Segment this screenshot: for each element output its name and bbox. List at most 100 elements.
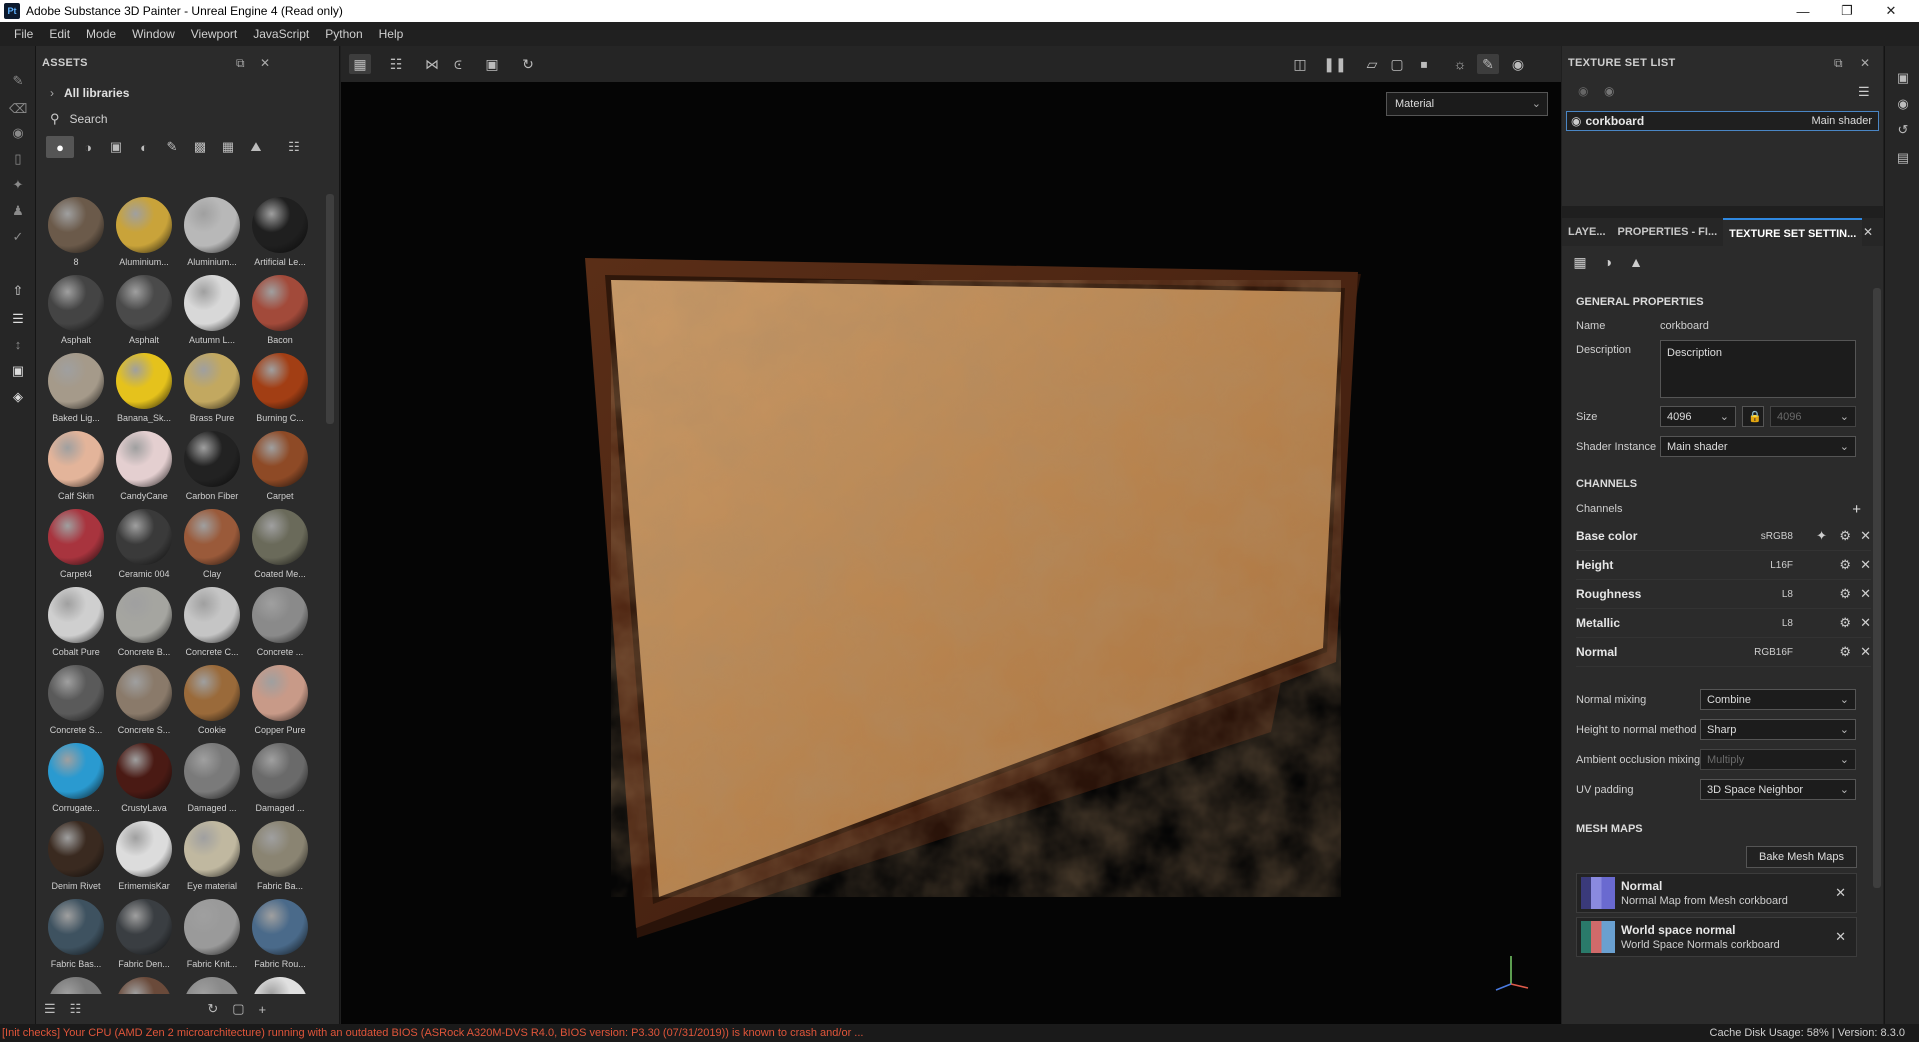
reset-view-icon[interactable]: ↻ xyxy=(517,54,539,74)
mirror-x-icon[interactable]: ⋈ xyxy=(421,54,443,74)
mesh-map-item[interactable]: World space normal World Space Normals co… xyxy=(1576,917,1857,957)
asset-item[interactable]: Concrete S... xyxy=(110,662,178,740)
channel-row[interactable]: Normal RGB16F ⚙ ✕ xyxy=(1576,638,1871,667)
uv-icon[interactable]: ▲ xyxy=(1624,251,1648,273)
close-panel-icon[interactable]: ✕ xyxy=(1860,56,1870,70)
asset-item[interactable]: CandyCane xyxy=(110,428,178,506)
add-icon[interactable]: + xyxy=(259,1002,267,1017)
asset-item[interactable]: Aluminium... xyxy=(178,194,246,272)
polygon-fill-icon[interactable]: ▯ xyxy=(9,150,27,168)
eye-icon[interactable]: ◉ xyxy=(1604,84,1614,98)
asset-item[interactable]: Banana_Sk... xyxy=(110,350,178,428)
hide-icon[interactable]: ◫ xyxy=(1289,54,1311,74)
asset-item[interactable]: Copper Pure xyxy=(246,662,314,740)
asset-item[interactable]: Calf Skin xyxy=(42,428,110,506)
close-icon[interactable]: ✕ xyxy=(1835,929,1846,945)
gear-icon[interactable]: ⚙ xyxy=(1839,557,1851,573)
close-panel-icon[interactable]: ✕ xyxy=(260,56,270,70)
menu-help[interactable]: Help xyxy=(371,27,412,41)
asset-item[interactable]: Bacon xyxy=(246,272,314,350)
menu-edit[interactable]: Edit xyxy=(41,27,78,41)
environments-filter-icon[interactable]: ⛰ xyxy=(242,136,270,158)
height-to-normal-dropdown[interactable]: Sharp ⌄ xyxy=(1700,719,1856,740)
display-icon[interactable]: ◉ xyxy=(1894,96,1912,114)
lock-icon[interactable]: 🔒 xyxy=(1742,406,1764,427)
close-icon[interactable]: ✕ xyxy=(1869,0,1913,22)
eraser-icon[interactable]: ⌫ xyxy=(9,100,27,118)
symmetry-grid-icon[interactable]: ▦ xyxy=(349,54,371,74)
shader-instance-dropdown[interactable]: Main shader ⌄ xyxy=(1660,436,1856,457)
asset-item[interactable]: Carpet4 xyxy=(42,506,110,584)
asset-item[interactable] xyxy=(42,974,110,994)
asset-item[interactable]: Clay xyxy=(178,506,246,584)
list-options-icon[interactable]: ☷ xyxy=(70,1001,82,1017)
paint-brush-icon[interactable]: ✎ xyxy=(9,72,27,90)
menu-python[interactable]: Python xyxy=(317,27,370,41)
folder-icon[interactable]: ▢ xyxy=(232,1001,244,1017)
gear-icon[interactable]: ⚙ xyxy=(1839,644,1851,660)
menu-window[interactable]: Window xyxy=(124,27,183,41)
restore-icon[interactable]: ❐ xyxy=(1825,0,1869,22)
shader-settings-icon[interactable]: ◈ xyxy=(9,388,27,406)
asset-item[interactable]: Brass Pure xyxy=(178,350,246,428)
tab-properties[interactable]: PROPERTIES - FI... xyxy=(1612,218,1724,246)
materials-filter-icon[interactable]: ● xyxy=(46,136,74,158)
asset-item[interactable]: ErimemisKar xyxy=(110,818,178,896)
asset-item[interactable]: Concrete C... xyxy=(178,584,246,662)
export-icon[interactable]: ⇧ xyxy=(9,282,27,300)
tab-texture-set-settings[interactable]: TEXTURE SET SETTIN... xyxy=(1723,218,1863,246)
status-message[interactable]: [Init checks] Your CPU (AMD Zen 2 microa… xyxy=(2,1027,863,1039)
asset-item[interactable]: Fabric Ba... xyxy=(246,818,314,896)
clone-icon[interactable]: ♟ xyxy=(9,202,27,220)
generators-filter-icon[interactable]: ◐ xyxy=(130,136,158,158)
asset-item[interactable]: Cobalt Pure xyxy=(42,584,110,662)
add-channel-icon[interactable]: + xyxy=(1852,501,1861,518)
asset-item[interactable]: Concrete B... xyxy=(110,584,178,662)
tab-layers[interactable]: LAYE... xyxy=(1562,218,1612,246)
gear-icon[interactable]: ⚙ xyxy=(1839,586,1851,602)
description-field[interactable]: Description xyxy=(1660,340,1856,398)
asset-item[interactable] xyxy=(178,974,246,994)
asset-item[interactable] xyxy=(246,974,314,994)
channel-row[interactable]: Roughness L8 ⚙ ✕ xyxy=(1576,580,1871,609)
assets-scrollbar[interactable] xyxy=(326,194,334,424)
channel-row[interactable]: Height L16F ⚙ ✕ xyxy=(1576,551,1871,580)
name-value[interactable]: corkboard xyxy=(1660,320,1709,332)
visibility-off-icon[interactable]: ◉ xyxy=(1578,84,1588,98)
bake-icon[interactable]: ☰ xyxy=(9,310,27,328)
pause-icon[interactable]: ❚❚ xyxy=(1323,54,1346,74)
asset-item[interactable]: Fabric Rou... xyxy=(246,896,314,974)
menu-viewport[interactable]: Viewport xyxy=(183,27,245,41)
close-icon[interactable]: ✕ xyxy=(1860,615,1871,631)
settings-icon[interactable]: ▦ xyxy=(1568,251,1592,273)
asset-item[interactable]: Cookie xyxy=(178,662,246,740)
history-icon[interactable]: ↺ xyxy=(1894,122,1912,140)
asset-item[interactable]: Damaged ... xyxy=(246,740,314,818)
masks-filter-icon[interactable]: ▣ xyxy=(102,136,130,158)
3d-view-icon[interactable]: ▢ xyxy=(1386,54,1408,74)
screenshot-icon[interactable]: ◉ xyxy=(1507,54,1529,74)
bake-mesh-maps-button[interactable]: Bake Mesh Maps xyxy=(1746,846,1857,868)
frame-icon[interactable]: ▣ xyxy=(481,54,503,74)
menu-icon[interactable]: ☰ xyxy=(1858,84,1870,100)
measure-icon[interactable]: ↕ xyxy=(9,336,27,354)
mirror-y-icon[interactable]: ⪽ xyxy=(447,54,469,74)
asset-item[interactable]: Eye material xyxy=(178,818,246,896)
asset-item[interactable]: Carpet xyxy=(246,428,314,506)
menu-file[interactable]: File xyxy=(6,27,41,41)
brushes-filter-icon[interactable]: ✎ xyxy=(158,136,186,158)
asset-item[interactable]: Ceramic 004 xyxy=(110,506,178,584)
gear-icon[interactable]: ⚙ xyxy=(1839,528,1851,544)
size-dropdown[interactable]: 4096 ⌄ xyxy=(1660,406,1736,427)
paint-mode-icon[interactable]: ✎ xyxy=(1477,54,1499,74)
channel-row[interactable]: Metallic L8 ⚙ ✕ xyxy=(1576,609,1871,638)
close-panel-icon[interactable]: ✕ xyxy=(1863,225,1873,239)
asset-item[interactable]: Concrete ... xyxy=(246,584,314,662)
texture-set-row[interactable]: ◉ corkboard Main shader xyxy=(1566,111,1879,131)
filter-options-icon[interactable]: ☰ xyxy=(44,1001,56,1017)
textures-filter-icon[interactable]: ▩ xyxy=(186,136,214,158)
undock-icon[interactable]: ⧉ xyxy=(236,56,245,71)
asset-item[interactable]: Damaged ... xyxy=(178,740,246,818)
menu-mode[interactable]: Mode xyxy=(78,27,124,41)
normal-mixing-dropdown[interactable]: Combine ⌄ xyxy=(1700,689,1856,710)
